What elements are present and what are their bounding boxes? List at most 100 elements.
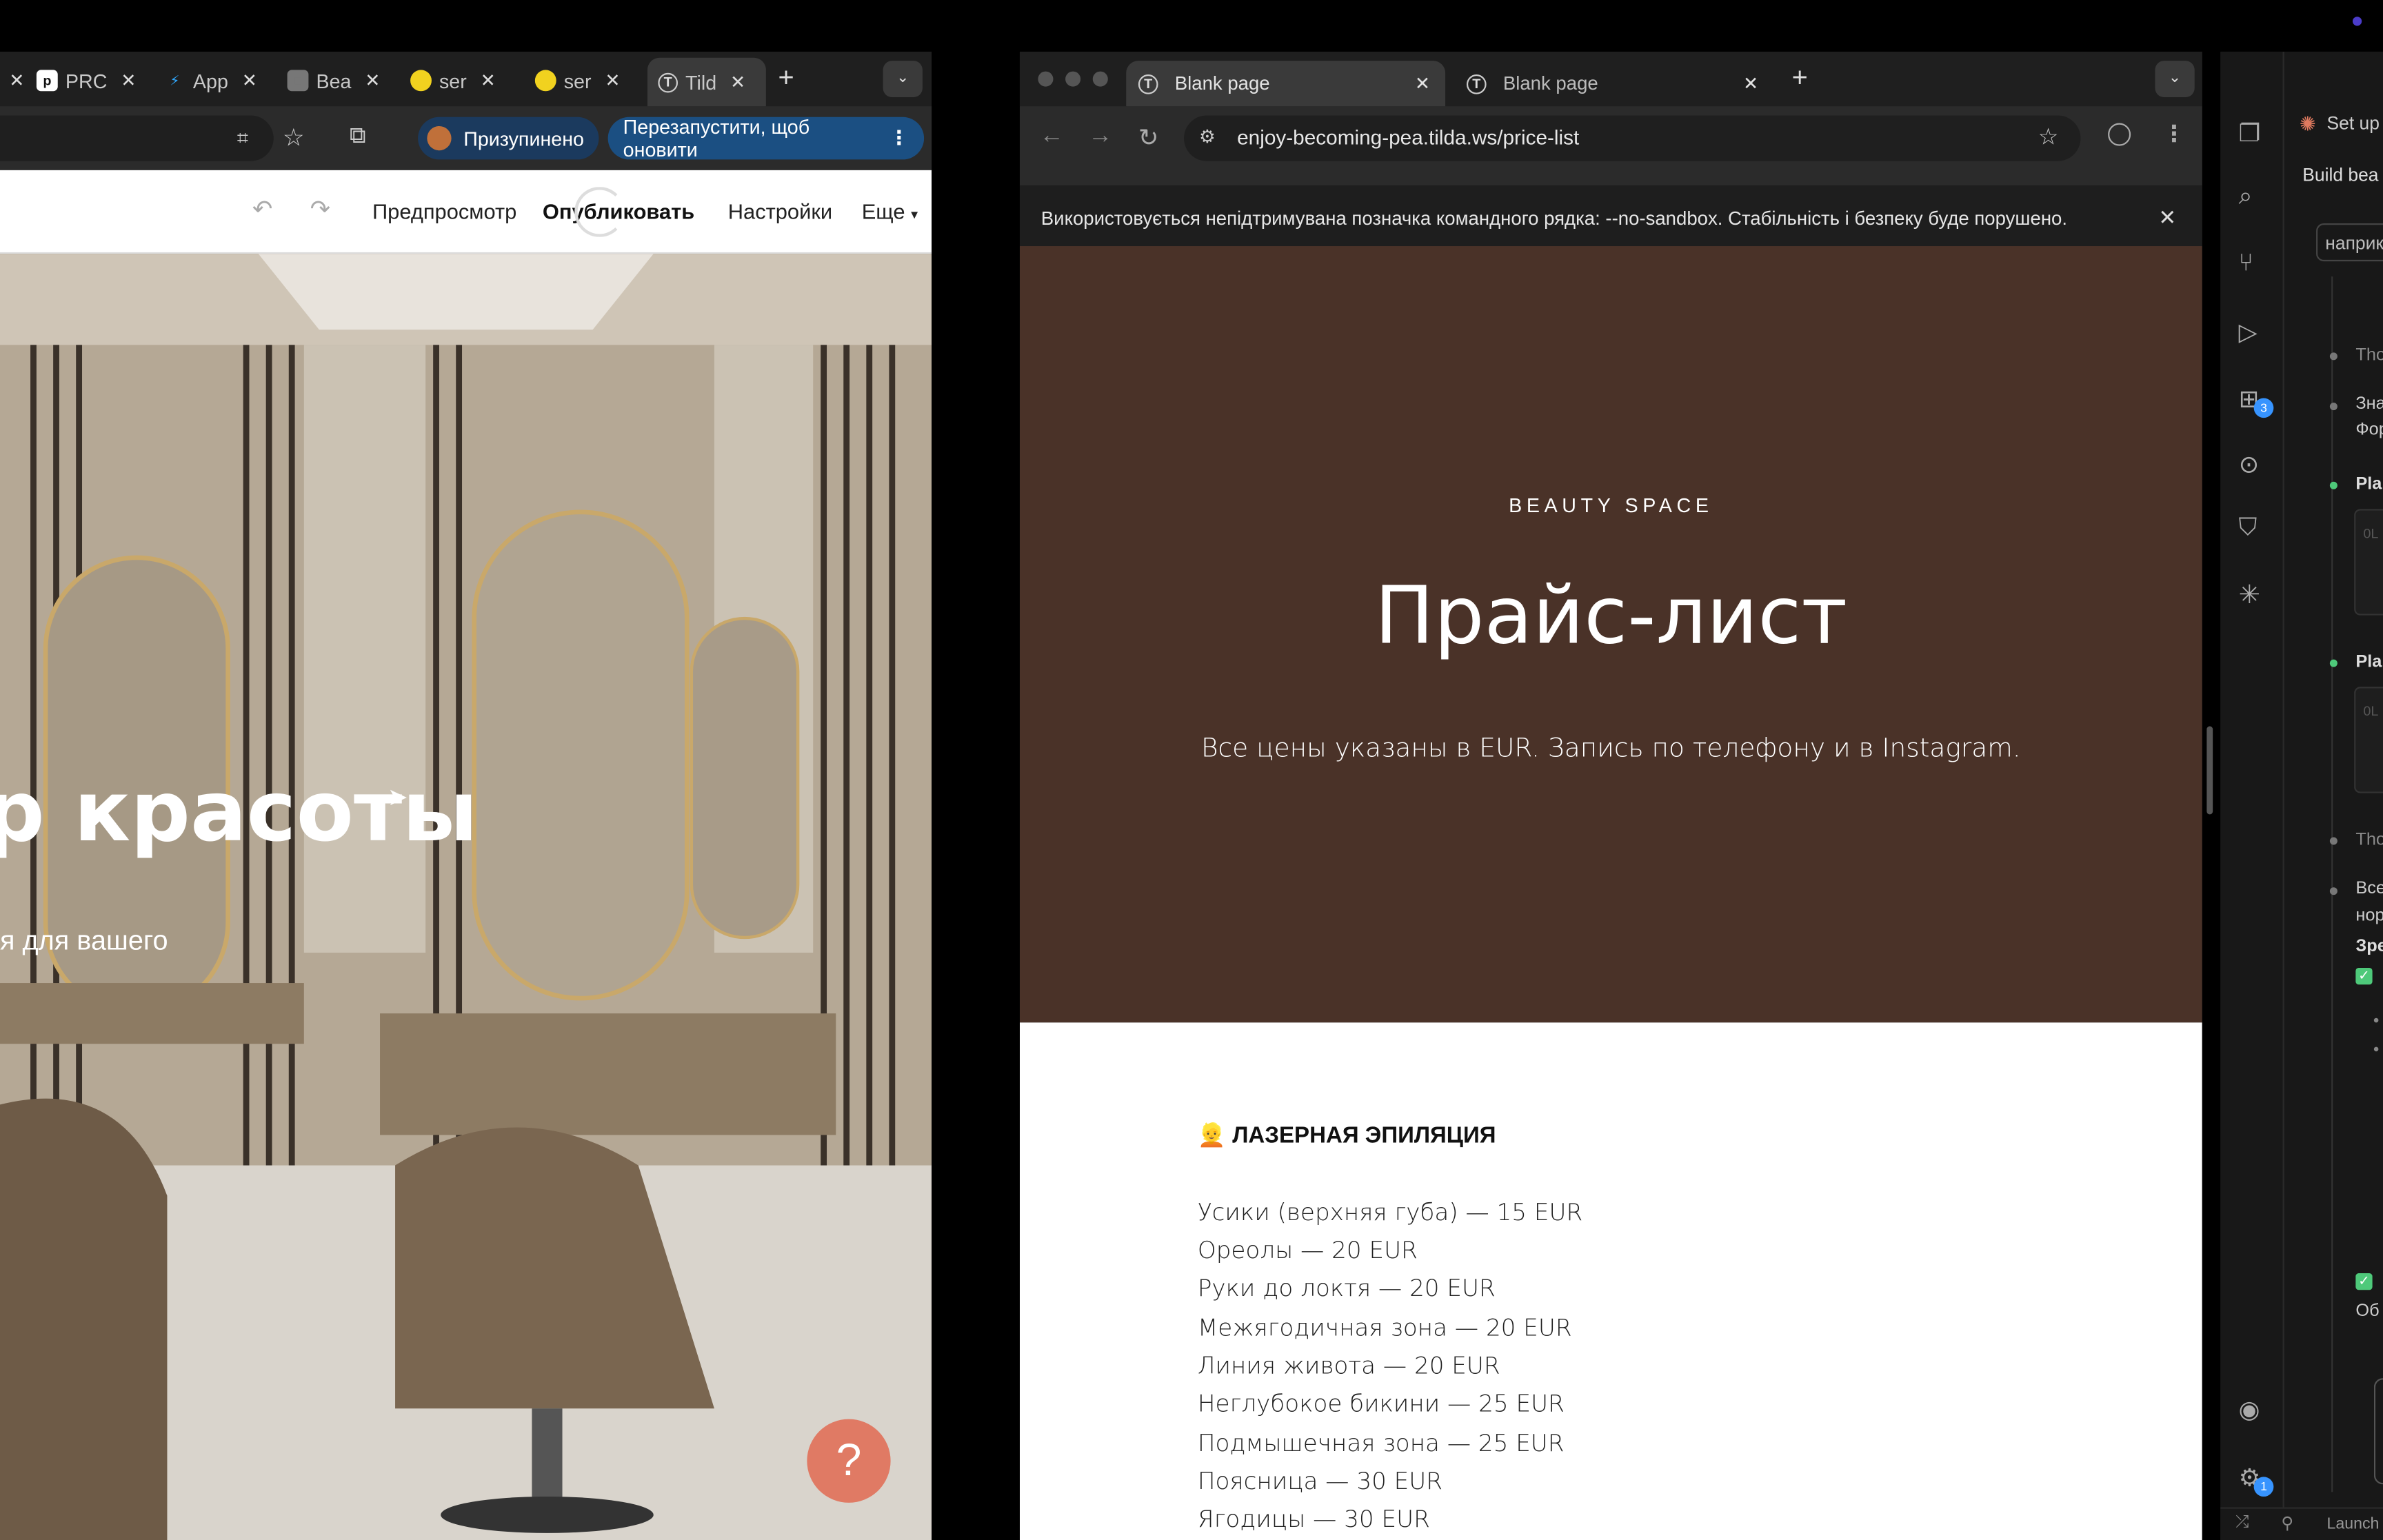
close-icon[interactable]: ✕ bbox=[1743, 73, 1758, 94]
tab-ser-2[interactable]: ser ✕ bbox=[534, 64, 621, 97]
timeline-text: Thou bbox=[2355, 831, 2383, 850]
close-icon[interactable]: ✕ bbox=[605, 70, 620, 91]
gitlab-icon[interactable]: ⛉ bbox=[2239, 515, 2266, 543]
extensions-badge: 3 bbox=[2253, 398, 2274, 418]
close-icon[interactable]: ✕ bbox=[481, 70, 496, 91]
source-control-icon[interactable]: ⑂ bbox=[2239, 251, 2266, 278]
tab-app[interactable]: ⚡ App ✕ bbox=[164, 64, 257, 97]
tab-tilda-active[interactable]: T Tild ✕ bbox=[647, 57, 766, 107]
claude-icon[interactable]: ✳ bbox=[2239, 580, 2266, 609]
box-icon: ■ bbox=[287, 70, 309, 92]
back-icon[interactable]: ← bbox=[1040, 123, 1064, 151]
remote-icon[interactable]: ⤮ bbox=[2235, 1513, 2249, 1533]
preview-button[interactable]: Предпросмотр bbox=[372, 199, 516, 223]
undo-icon[interactable]: ↶ bbox=[252, 194, 273, 225]
tab-bea[interactable]: ■ Bea ✕ bbox=[287, 64, 380, 97]
unsupported-flag-infobar: Використовується непідтримувана позначка… bbox=[1019, 185, 2202, 247]
code-block: 0L bbox=[2354, 509, 2383, 616]
close-icon[interactable]: ✕ bbox=[365, 70, 380, 91]
hero-salon-image: р красоты я для вашего ? ➤ bbox=[0, 254, 932, 1540]
hero-title: Прайс-лист bbox=[1374, 571, 1848, 662]
hero-subtitle: Все цены указаны в EUR. Запись по телефо… bbox=[1200, 733, 2021, 764]
checkmark-icon: ✓ bbox=[2355, 1273, 2373, 1290]
address-bar[interactable] bbox=[0, 115, 274, 161]
new-tab-button[interactable]: + bbox=[1792, 62, 1808, 94]
timeline-bullet bbox=[2329, 403, 2337, 411]
splitter-handle[interactable] bbox=[2206, 726, 2213, 815]
more-menu-button[interactable]: Еще ▾ bbox=[862, 199, 918, 223]
tab-label: ser bbox=[563, 69, 592, 92]
section-title-text: ЛАЗЕРНАЯ ЭПИЛЯЦИЯ bbox=[1232, 1122, 1496, 1149]
chat-input-box[interactable] bbox=[2373, 1378, 2383, 1485]
close-icon[interactable]: ✕ bbox=[242, 70, 257, 91]
paused-profile-button[interactable]: Призупинено bbox=[418, 116, 600, 160]
paused-label: Призупинено bbox=[463, 127, 584, 150]
timeline-text: нор bbox=[2355, 906, 2383, 926]
timeline-bullet-success bbox=[2329, 481, 2337, 489]
timeline-text: Pla bbox=[2355, 475, 2382, 494]
timeline-bullet bbox=[2329, 352, 2337, 361]
code-block: 0L bbox=[2354, 687, 2383, 793]
reload-icon[interactable]: ↻ bbox=[1138, 123, 1159, 154]
site-settings-icon[interactable]: ⚙ bbox=[1199, 126, 1216, 148]
translate-icon[interactable]: ⌗ bbox=[237, 126, 248, 150]
address-bar[interactable]: ⚙ enjoy-becoming-pea.tilda.ws/price-list… bbox=[1183, 115, 2081, 161]
redo-icon[interactable]: ↷ bbox=[310, 194, 331, 225]
tab-label: ser bbox=[439, 69, 467, 92]
timeline-text: Фор bbox=[2355, 421, 2383, 439]
maximize-window-icon[interactable] bbox=[1092, 71, 1108, 87]
forward-icon[interactable]: → bbox=[1088, 123, 1112, 151]
close-icon[interactable]: ✕ bbox=[121, 70, 136, 91]
ports-icon[interactable]: ⚲ bbox=[2281, 1513, 2293, 1532]
person-emoji-icon: 👱 bbox=[1197, 1122, 1227, 1149]
price-list-hero: BEAUTY SPACE Прайс-лист Все цены указаны… bbox=[1019, 246, 2202, 1023]
close-icon[interactable]: ✕ bbox=[2158, 205, 2176, 231]
account-icon[interactable]: ◉ bbox=[2239, 1395, 2266, 1424]
timeline-text: Thou bbox=[2355, 346, 2383, 365]
tab-label: Blank page bbox=[1502, 72, 1598, 94]
list-dot bbox=[2373, 1017, 2379, 1023]
right-toolbar: ← → ↻ ⚙ enjoy-becoming-pea.tilda.ws/pric… bbox=[1019, 106, 2202, 185]
close-icon[interactable]: ✕ bbox=[730, 72, 745, 93]
url-text: enjoy-becoming-pea.tilda.ws/price-list bbox=[1237, 125, 1580, 150]
help-button[interactable]: ? bbox=[807, 1419, 891, 1503]
price-item: Линия живота — 20 EUR bbox=[1197, 1352, 1500, 1380]
explorer-icon[interactable]: ❐ bbox=[2239, 119, 2266, 147]
loading-spinner-icon bbox=[574, 187, 625, 237]
tab-search-chevron-icon[interactable]: ⌄ bbox=[2155, 61, 2195, 98]
settings-button[interactable]: Настройки bbox=[728, 199, 832, 223]
tab-blank-page-active[interactable]: T Blank page ✕ bbox=[1126, 61, 1446, 107]
more-vert-icon[interactable]: ⋮ bbox=[889, 126, 909, 150]
timeline-bullet-success bbox=[2329, 659, 2337, 667]
tab-prc[interactable]: ✕ p PRC ✕ bbox=[9, 64, 136, 97]
price-item: Неглубокое бикини — 25 EUR bbox=[1197, 1390, 1565, 1418]
tab-blank-page[interactable]: T Blank page ✕ bbox=[1454, 61, 1773, 106]
restart-to-update-button[interactable]: Перезапустити, щоб оновити ⋮ bbox=[607, 116, 925, 161]
extensions-icon[interactable]: ⧉ bbox=[350, 123, 366, 149]
left-browser-window: ✕ p PRC ✕ ⚡ App ✕ ■ Bea ✕ ser ✕ ser ✕ T … bbox=[0, 51, 932, 1540]
price-section: 👱 ЛАЗЕРНАЯ ЭПИЛЯЦИЯ Усики (верхняя губа)… bbox=[1019, 1022, 2202, 1540]
salon-interior-illustration bbox=[0, 254, 932, 1540]
caret-down-icon: ▾ bbox=[911, 206, 918, 222]
search-icon[interactable]: ⌕ bbox=[2239, 184, 2266, 212]
star-icon[interactable]: ☆ bbox=[2038, 123, 2059, 150]
tab-search-chevron-icon[interactable]: ⌄ bbox=[883, 61, 923, 98]
minimize-window-icon[interactable] bbox=[1065, 71, 1081, 87]
price-item: Межягодичная зона — 20 EUR bbox=[1197, 1314, 1572, 1342]
p-favicon-icon: p bbox=[37, 70, 58, 92]
run-debug-icon[interactable]: ▷ bbox=[2239, 318, 2266, 346]
tilda-editor-toolbar: ↶ ↷ Предпросмотр Опубликовать Настройки … bbox=[0, 170, 932, 254]
tab-label: Blank page bbox=[1174, 72, 1270, 94]
tab-ser-1[interactable]: ser ✕ bbox=[410, 64, 496, 97]
close-window-icon[interactable] bbox=[1038, 71, 1054, 87]
launch-status[interactable]: Launch bbox=[2326, 1514, 2379, 1532]
list-dot bbox=[2373, 1046, 2379, 1052]
more-vert-icon[interactable]: ⋮ bbox=[2162, 120, 2185, 147]
star-icon[interactable]: ☆ bbox=[283, 123, 305, 154]
prompt-input[interactable]: наприк bbox=[2316, 223, 2383, 262]
git-graph-icon[interactable]: ⊙ bbox=[2239, 449, 2266, 478]
close-icon[interactable]: ✕ bbox=[9, 70, 24, 91]
new-tab-button[interactable]: + bbox=[778, 62, 794, 94]
close-icon[interactable]: ✕ bbox=[1415, 73, 1430, 94]
profile-icon[interactable] bbox=[2108, 123, 2131, 146]
